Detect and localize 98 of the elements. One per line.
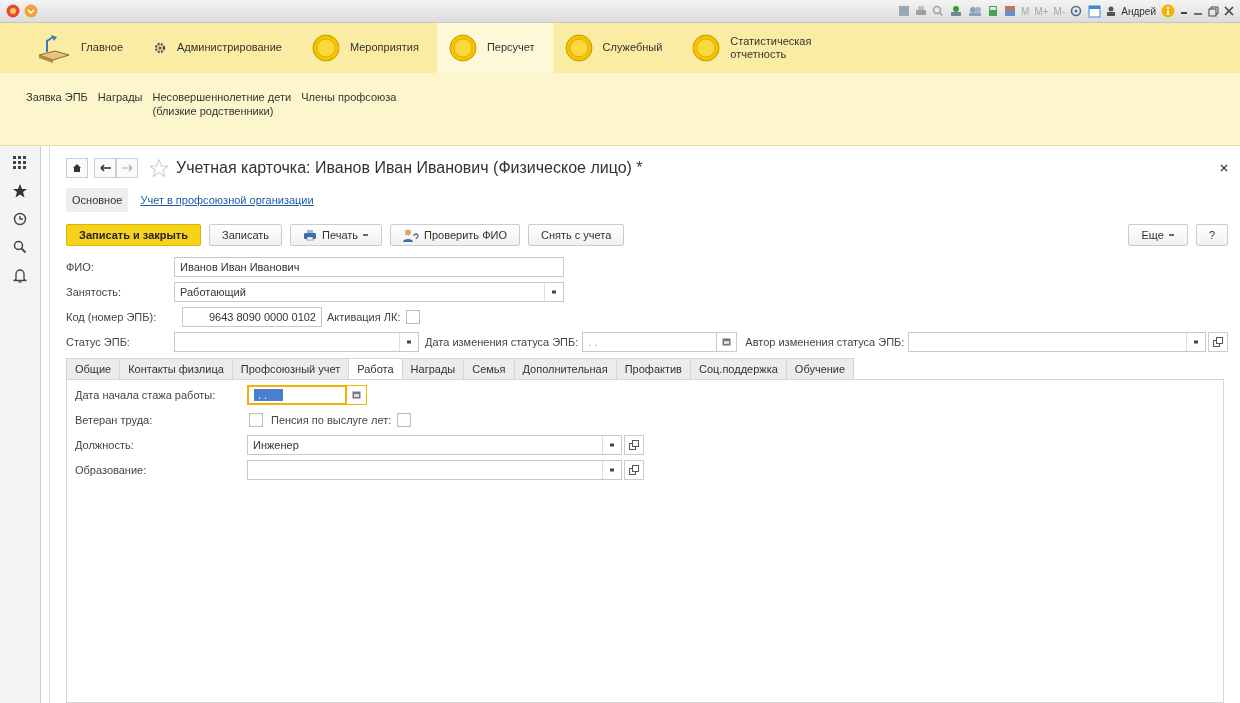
field-label: Пенсия по выслуге лет: — [271, 413, 393, 426]
bell-icon[interactable] — [13, 268, 27, 283]
printer-icon — [303, 229, 318, 241]
home-icon — [72, 163, 82, 173]
right-arrow-icon — [121, 164, 133, 172]
field-label: Ветеран труда: — [75, 413, 154, 426]
search-icon[interactable] — [13, 240, 27, 254]
star-icon[interactable] — [13, 184, 27, 198]
caret-icon — [363, 233, 370, 237]
app-logo-icon — [6, 4, 20, 18]
tab[interactable]: Контакты физлица — [119, 358, 232, 380]
checkbox[interactable] — [397, 412, 412, 427]
subnav-link[interactable]: Несовершеннолетние дети (близкие родственники) — [152, 91, 292, 119]
field-label: Образование: — [75, 463, 148, 476]
tab[interactable]: Профактив — [615, 358, 690, 380]
dropdown-field[interactable]: Инженер — [247, 434, 622, 455]
section-tab[interactable]: Статистическая отчетность — [680, 23, 869, 73]
field-label: Автор изменения статуса ЭПБ: — [745, 335, 906, 348]
date-field[interactable]: . . — [247, 384, 347, 405]
coin-icon — [564, 34, 593, 62]
field-label: Дата начала стажа работы: — [75, 388, 217, 401]
help-button[interactable]: ? — [1195, 224, 1228, 246]
back-button[interactable] — [94, 158, 116, 178]
tab[interactable]: Семья — [463, 358, 514, 380]
window-icon[interactable] — [1088, 4, 1102, 18]
command-button[interactable]: Проверить ФИО — [390, 224, 520, 246]
print-icon[interactable] — [915, 5, 928, 17]
tab[interactable]: Соц.поддержка — [689, 358, 786, 380]
restore-icon[interactable] — [1208, 5, 1219, 17]
field-label: Активация ЛК: — [327, 310, 402, 323]
close-icon[interactable] — [1224, 6, 1234, 16]
section-tab[interactable]: Главное — [25, 23, 142, 73]
zoom-icon[interactable] — [1070, 4, 1084, 18]
desk-lamp-icon — [37, 33, 71, 63]
tab[interactable]: Работа — [348, 358, 402, 380]
tab[interactable]: Награды — [401, 358, 464, 380]
users-icon[interactable] — [968, 5, 983, 17]
tab[interactable]: Профсоюзный учет — [231, 358, 349, 380]
history-icon[interactable] — [13, 212, 27, 226]
command-button[interactable]: Печать — [290, 224, 383, 246]
subnav-link[interactable]: Заявка ЭПБ — [26, 91, 88, 105]
section-tab[interactable]: Администрирование — [141, 23, 300, 73]
calendar-icon[interactable] — [1004, 5, 1017, 17]
checkbox[interactable] — [406, 309, 421, 324]
coin-icon — [692, 34, 721, 62]
caret-icon — [1168, 233, 1175, 237]
grid-menu-icon[interactable] — [13, 156, 27, 170]
tab[interactable]: Дополнительная — [513, 358, 616, 380]
open-icon[interactable] — [629, 464, 639, 475]
dropdown-field[interactable]: Работающий — [174, 281, 564, 302]
checkbox[interactable] — [249, 412, 263, 427]
user-icon — [1106, 5, 1117, 17]
person-question-icon — [403, 228, 420, 242]
calculator-icon[interactable] — [987, 5, 1000, 17]
coin-icon — [448, 34, 477, 62]
field-label: Должность: — [75, 438, 135, 451]
input-field[interactable]: 9643 8090 0000 0102 — [182, 306, 322, 327]
command-button[interactable]: Записать — [209, 224, 283, 246]
dropdown-field[interactable] — [247, 459, 622, 480]
open-icon[interactable] — [1213, 336, 1223, 347]
field-label: Статус ЭПБ: — [66, 335, 131, 348]
subnav-link[interactable]: Награды — [97, 91, 143, 105]
form-title: Учетная карточка: Иванов Иван Иванович (Физическое лицо) * — [176, 159, 643, 177]
home-button[interactable] — [66, 158, 88, 178]
caret-icon — [1194, 339, 1198, 344]
section-tab[interactable]: Мероприятия — [299, 23, 437, 73]
field-label: Дата изменения статуса ЭПБ: — [425, 335, 580, 348]
open-icon[interactable] — [629, 439, 639, 450]
calendar-icon[interactable] — [352, 390, 361, 399]
caret-icon — [610, 467, 614, 472]
section-tab[interactable]: Персучет — [436, 23, 553, 73]
field-label: Занятость: — [66, 285, 123, 298]
form-view-link[interactable]: Основное — [66, 188, 129, 212]
close-icon[interactable] — [1220, 164, 1228, 172]
coin-icon — [311, 34, 340, 62]
caret-icon — [610, 442, 614, 447]
section-tab[interactable]: Служебный — [552, 23, 681, 73]
calendar-icon[interactable] — [722, 337, 732, 346]
left-arrow-icon — [99, 164, 111, 172]
preview-icon[interactable] — [932, 5, 945, 17]
caret-icon — [552, 289, 556, 294]
command-button[interactable]: Записать и закрыть — [66, 224, 202, 246]
field-label: ФИО: — [66, 260, 95, 273]
form-view-link[interactable]: Учет в профсоюзной организации — [134, 188, 320, 212]
tab[interactable]: Обучение — [785, 358, 855, 380]
field-label: Код (номер ЭПБ): — [66, 310, 158, 323]
tab[interactable]: Общие — [66, 358, 120, 380]
favorite-star-icon[interactable] — [150, 159, 168, 177]
dropdown-field[interactable] — [908, 331, 1206, 352]
subnav-link[interactable]: Члены профсоюза — [301, 91, 397, 105]
caret-icon — [407, 339, 411, 344]
user-name[interactable]: Андрей — [1121, 5, 1156, 17]
command-button[interactable]: Снять с учета — [528, 224, 625, 246]
input-field[interactable]: Иванов Иван Иванович — [174, 256, 564, 277]
person-add-icon[interactable] — [949, 5, 964, 17]
gear-icon — [153, 41, 168, 55]
dropdown-field[interactable] — [174, 331, 419, 352]
more-button[interactable]: Еще — [1128, 224, 1188, 246]
